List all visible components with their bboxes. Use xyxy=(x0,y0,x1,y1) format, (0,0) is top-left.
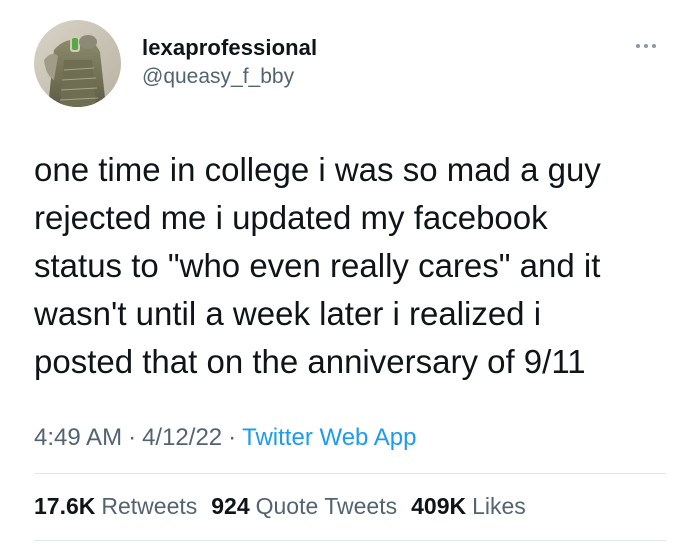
likes-count: 409K xyxy=(411,493,467,519)
quote-tweets-label: Quote Tweets xyxy=(255,493,398,519)
likes-stat[interactable]: 409K Likes xyxy=(411,490,526,522)
tweet-text: one time in college i was so mad a guy r… xyxy=(34,151,601,380)
avatar-photo xyxy=(34,20,121,107)
avatar[interactable] xyxy=(34,20,121,107)
divider xyxy=(34,473,666,474)
user-handle[interactable]: @queasy_f_bby xyxy=(142,63,317,91)
retweets-label: Retweets xyxy=(101,493,198,519)
retweets-count: 17.6K xyxy=(34,493,96,519)
likes-label: Likes xyxy=(472,493,526,519)
tweet-card: lexaprofessional @queasy_f_bby one time … xyxy=(0,0,700,555)
user-info[interactable]: lexaprofessional @queasy_f_bby xyxy=(142,34,317,91)
tweet-date[interactable]: 4/12/22 xyxy=(142,424,222,451)
display-name[interactable]: lexaprofessional xyxy=(142,34,317,62)
tweet-source-link[interactable]: Twitter Web App xyxy=(242,424,416,451)
divider xyxy=(34,540,666,541)
quote-tweets-count: 924 xyxy=(211,493,250,519)
tweet-stats: 17.6K Retweets 924 Quote Tweets 409K Likes xyxy=(34,490,540,522)
tweet-time[interactable]: 4:49 AM xyxy=(34,424,122,451)
tweet-metadata: 4:49 AM · 4/12/22 · Twitter Web App xyxy=(34,422,416,454)
more-horizontal-icon[interactable] xyxy=(632,38,660,54)
retweets-stat[interactable]: 17.6K Retweets xyxy=(34,490,197,522)
quote-tweets-stat[interactable]: 924 Quote Tweets xyxy=(211,490,397,522)
more-dots-glyph xyxy=(636,44,656,48)
meta-separator: · xyxy=(128,424,137,451)
meta-separator: · xyxy=(228,424,237,451)
